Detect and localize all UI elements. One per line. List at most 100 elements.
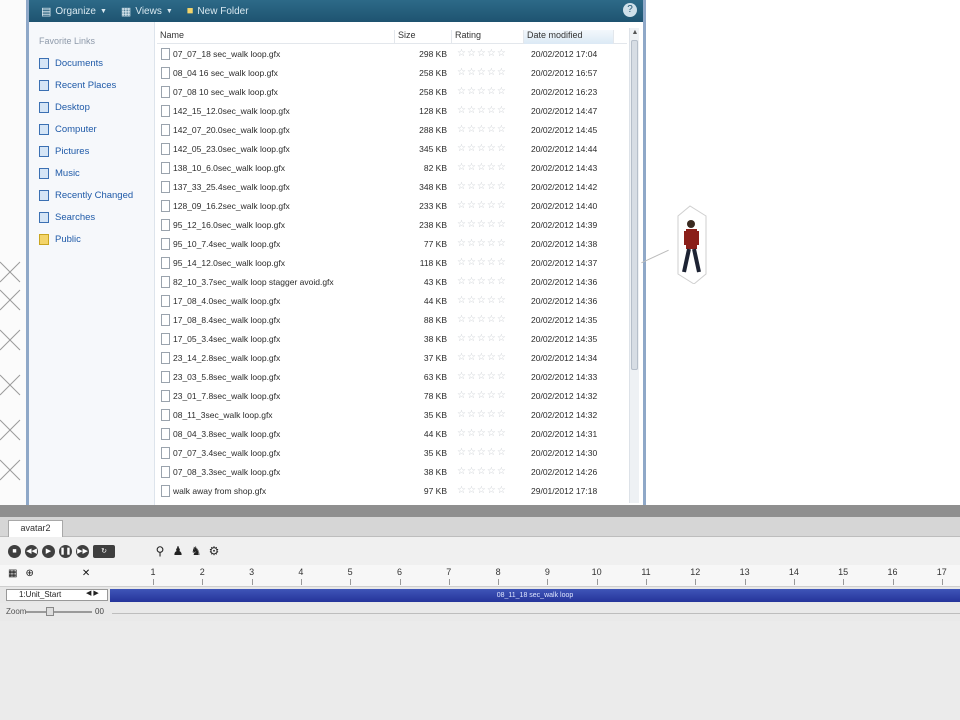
nav-item-label: Recently Changed <box>55 189 134 201</box>
file-row[interactable]: 08_04_3.8sec_walk loop.gfx 44 KB 20/02/201… <box>157 425 627 444</box>
file-row[interactable]: 07_08_3.3sec_walk loop.gfx 38 KB 20/02/201… <box>157 463 627 482</box>
file-row[interactable]: 17_08_8.4sec_walk loop.gfx 88 KB 20/02/201… <box>157 311 627 330</box>
views-button[interactable]: ▦ Views ▼ <box>117 2 177 20</box>
rating-stars[interactable]: ☆☆☆☆☆ <box>457 200 522 211</box>
rating-stars[interactable]: ☆☆☆☆☆ <box>457 447 522 458</box>
ruler-tick-mark <box>941 579 943 585</box>
help-icon[interactable]: ? <box>623 3 637 17</box>
add-key-icon[interactable]: ⚲ <box>153 544 167 558</box>
ruler-tick-mark <box>646 579 647 585</box>
rewind-icon[interactable]: ◀◀ <box>25 544 38 558</box>
nav-item[interactable]: Desktop <box>29 96 154 118</box>
timeline-ruler[interactable]: ▦ ⊕ ✕ 1 2 3 4 5 6 7 8 9 10 11 12 13 14 15 16 17 <box>0 565 960 587</box>
column-header-date-modified[interactable]: Date modified <box>524 30 614 44</box>
file-row[interactable]: 17_05_3.4sec_walk loop.gfx 38 KB 20/02/201… <box>157 330 627 349</box>
rating-stars[interactable]: ☆☆☆☆☆ <box>457 428 522 439</box>
scroll-up-arrow-icon[interactable]: ▲ <box>630 28 640 38</box>
rating-stars[interactable]: ☆☆☆☆☆ <box>457 390 522 401</box>
loop-icon[interactable]: ↻ <box>93 544 115 558</box>
file-row[interactable]: 95_12_16.0sec_walk loop.gfx 238 KB 20/02/2… <box>157 216 627 235</box>
nav-item[interactable]: Documents <box>29 52 154 74</box>
play-icon[interactable]: ▶ <box>42 544 55 558</box>
file-date-modified: 20/02/2012 16:57 <box>531 68 598 78</box>
file-row[interactable]: 17_08_4.0sec_walk loop.gfx 44 KB 20/02/201… <box>157 292 627 311</box>
rating-stars[interactable]: ☆☆☆☆☆ <box>457 67 522 78</box>
rating-stars[interactable]: ☆☆☆☆☆ <box>457 371 522 382</box>
file-row[interactable]: 23_14_2.8sec_walk loop.gfx 37 KB 20/02/201… <box>157 349 627 368</box>
ruler-tick-label: 3 <box>249 567 255 577</box>
vertical-scrollbar[interactable]: ▲ <box>629 28 639 503</box>
file-row[interactable]: 142_05_23.0sec_walk loop.gfx 345 KB 20/02/… <box>157 140 627 159</box>
zoom-slider-track[interactable] <box>26 611 92 613</box>
rating-stars[interactable]: ☆☆☆☆☆ <box>457 181 522 192</box>
file-row[interactable]: 07_08 10 sec_walk loop.gfx 258 KB 20/02/20… <box>157 83 627 102</box>
settings-icon[interactable]: ⚙ <box>207 544 221 558</box>
file-size: 44 KB <box>423 296 447 306</box>
tab-avatar2[interactable]: avatar2 <box>8 520 63 537</box>
file-row[interactable]: walk away from shop.gfx 97 KB 29/01/2012 1… <box>157 482 627 501</box>
actor-icon[interactable]: ♟ <box>171 544 185 558</box>
add-track-icon[interactable]: ⊕ <box>25 568 33 579</box>
file-row[interactable]: 82_10_3.7sec_walk loop stagger avoid.gfx… <box>157 273 627 292</box>
panel-divider[interactable] <box>0 505 960 517</box>
folder-icon: ■ <box>186 5 194 17</box>
rating-stars[interactable]: ☆☆☆☆☆ <box>457 48 522 59</box>
rating-stars[interactable]: ☆☆☆☆☆ <box>457 314 522 325</box>
rating-stars[interactable]: ☆☆☆☆☆ <box>457 409 522 420</box>
delete-track-icon[interactable]: ✕ <box>82 568 90 579</box>
rating-stars[interactable]: ☆☆☆☆☆ <box>457 86 522 97</box>
rating-stars[interactable]: ☆☆☆☆☆ <box>457 352 522 363</box>
file-row[interactable]: 07_07_3.4sec_walk loop.gfx 35 KB 20/02/201… <box>157 444 627 463</box>
character-figure[interactable] <box>672 204 712 285</box>
file-rows: 07_07_18 sec_walk loop.gfx 298 KB 20/02/20… <box>157 45 627 505</box>
organize-button[interactable]: ▤ Organize ▼ <box>37 2 111 20</box>
rating-stars[interactable]: ☆☆☆☆☆ <box>457 124 522 135</box>
file-row[interactable]: 95_10_7.4sec_walk loop.gfx 77 KB 20/02/201… <box>157 235 627 254</box>
new-folder-button[interactable]: ■ New Folder <box>183 2 253 20</box>
file-row[interactable]: 138_10_6.0sec_walk loop.gfx 82 KB 20/02/20… <box>157 159 627 178</box>
file-row[interactable]: 23_03_5.8sec_walk loop.gfx 63 KB 20/02/201… <box>157 368 627 387</box>
nav-item[interactable]: Recently Changed <box>29 184 154 206</box>
nav-item[interactable]: Computer <box>29 118 154 140</box>
rating-stars[interactable]: ☆☆☆☆☆ <box>457 333 522 344</box>
nav-item[interactable]: Public <box>29 228 154 250</box>
film-icon[interactable]: ▦ <box>8 568 17 579</box>
rating-stars[interactable]: ☆☆☆☆☆ <box>457 295 522 306</box>
file-row[interactable]: 23_01_7.8sec_walk loop.gfx 78 KB 20/02/201… <box>157 387 627 406</box>
ruler-tick-mark <box>202 579 204 585</box>
nav-item[interactable]: Recent Places <box>29 74 154 96</box>
rating-stars[interactable]: ☆☆☆☆☆ <box>457 105 522 116</box>
ruler-tick-mark <box>596 579 598 585</box>
zoom-slider-handle[interactable] <box>46 607 55 616</box>
animation-clip[interactable]: 08_11_18 sec_walk loop <box>110 589 960 602</box>
fast-forward-icon[interactable]: ▶▶ <box>76 544 89 558</box>
file-row[interactable]: 142_15_12.0sec_walk loop.gfx 128 KB 20/02/… <box>157 102 627 121</box>
group-icon[interactable]: ♞ <box>189 544 203 558</box>
file-row[interactable]: 08_11_3sec_walk loop.gfx 35 KB 20/02/2012 … <box>157 406 627 425</box>
rating-stars[interactable]: ☆☆☆☆☆ <box>457 143 522 154</box>
file-row[interactable]: 137_33_25.4sec_walk loop.gfx 348 KB 20/02/… <box>157 178 627 197</box>
scrollbar-thumb[interactable] <box>631 40 638 370</box>
column-header-name[interactable]: Name <box>157 30 395 44</box>
rating-stars[interactable]: ☆☆☆☆☆ <box>457 238 522 249</box>
file-row[interactable]: 128_09_16.2sec_walk loop.gfx 233 KB 20/02/… <box>157 197 627 216</box>
nav-item[interactable]: Music <box>29 162 154 184</box>
nav-item[interactable]: Searches <box>29 206 154 228</box>
column-header-rating[interactable]: Rating <box>452 30 524 44</box>
rating-stars[interactable]: ☆☆☆☆☆ <box>457 276 522 287</box>
column-header-size[interactable]: Size <box>395 30 452 44</box>
rating-stars[interactable]: ☆☆☆☆☆ <box>457 162 522 173</box>
pause-icon[interactable]: ❚❚ <box>59 544 72 558</box>
rating-stars[interactable]: ☆☆☆☆☆ <box>457 257 522 268</box>
track-nav-arrows-icon[interactable]: ◀ ▶ <box>86 589 99 597</box>
stop-icon[interactable]: ■ <box>8 544 21 558</box>
rating-stars[interactable]: ☆☆☆☆☆ <box>457 219 522 230</box>
file-row[interactable]: 08_04 16 sec_walk loop.gfx 258 KB 20/02/20… <box>157 64 627 83</box>
rating-stars[interactable]: ☆☆☆☆☆ <box>457 485 522 496</box>
file-row[interactable]: 95_14_12.0sec_walk loop.gfx 118 KB 20/02/2… <box>157 254 627 273</box>
file-size: 238 KB <box>419 220 447 230</box>
file-row[interactable]: 142_07_20.0sec_walk loop.gfx 288 KB 20/02/… <box>157 121 627 140</box>
nav-item[interactable]: Pictures <box>29 140 154 162</box>
file-row[interactable]: 07_07_18 sec_walk loop.gfx 298 KB 20/02/20… <box>157 45 627 64</box>
rating-stars[interactable]: ☆☆☆☆☆ <box>457 466 522 477</box>
